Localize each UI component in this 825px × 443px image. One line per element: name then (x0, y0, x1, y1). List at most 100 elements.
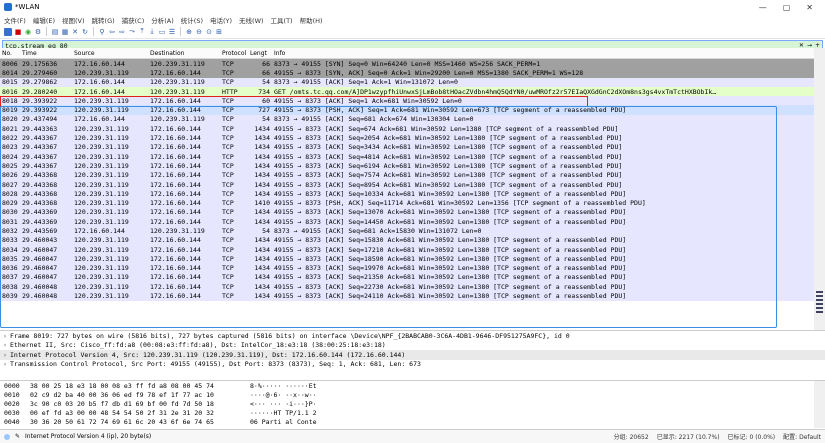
scrollbar-minimap-mark (816, 291, 823, 293)
reload-icon[interactable]: ↻ (81, 28, 89, 36)
packet-cell-len: 54 (262, 78, 270, 87)
packet-bytes-scrollbar[interactable] (814, 381, 825, 428)
menu-go[interactable]: 跳转(G) (92, 15, 115, 25)
packet-cell-proto: TCP (222, 78, 234, 87)
menu-file[interactable]: 文件(F) (4, 15, 26, 25)
menu-wireless[interactable]: 无线(W) (239, 15, 264, 25)
packet-row[interactable]: 8015 29.279862 172.16.60.144 120.239.31.119… (0, 77, 814, 87)
menu-telephony[interactable]: 电话(Y) (210, 15, 232, 25)
colorize-icon[interactable]: ☰ (168, 28, 176, 36)
packet-cell-proto: TCP (222, 59, 234, 68)
status-displayed: 已显示: 2217 (10.7%) (656, 434, 720, 441)
column-header-destination[interactable]: Destination (148, 50, 220, 57)
detail-ipv4[interactable]: › Internet Protocol Version 4, Src: 120.2… (0, 350, 825, 360)
hex-row[interactable]: 0030 00 ef fd a3 00 00 48 54 54 50 2f 31 … (0, 409, 825, 418)
highlight-annotation-blue (0, 106, 777, 328)
minimize-button[interactable]: — (759, 3, 767, 12)
menu-view[interactable]: 视图(V) (62, 15, 85, 25)
packet-cell-src: 172.16.60.144 (74, 87, 125, 96)
menu-edit[interactable]: 编辑(E) (33, 15, 55, 25)
toolbar-separator (180, 27, 181, 36)
autoscroll-icon[interactable]: ▭ (158, 28, 166, 36)
expand-arrow-icon[interactable]: › (3, 341, 10, 349)
packet-cell-src: 172.16.60.144 (74, 59, 125, 68)
packet-row[interactable]: 8016 29.280240 172.16.60.144 120.239.31.119… (0, 86, 814, 97)
packet-cell-info: 49155 → 8373 [SYN, ACK] Seq=0 Ack=1 Win=… (274, 68, 584, 77)
packet-row[interactable]: 8014 29.279460 120.239.31.119 172.16.60.144… (0, 68, 814, 78)
column-header-source[interactable]: Source (72, 50, 148, 57)
last-packet-icon[interactable]: ⤓ (148, 27, 156, 36)
title-bar: *WLAN — ▢ ✕ (0, 0, 825, 14)
menu-tools[interactable]: 工具(T) (271, 15, 293, 25)
packet-cell-no: 8014 (2, 68, 18, 77)
packet-cell-info: 8373 → 49155 [SYN] Seq=0 Win=64240 Len=0… (274, 59, 541, 68)
goto-icon[interactable]: ⤳ (128, 27, 136, 36)
scrollbar-minimap-mark (816, 311, 823, 313)
detail-frame[interactable]: › Frame 8019: 727 bytes on wire (5816 bit… (0, 331, 825, 341)
restart-capture-icon[interactable]: ◉ (24, 28, 32, 36)
packet-cell-no: 8016 (2, 87, 18, 96)
options-icon[interactable]: ⚙ (34, 28, 42, 36)
toolbar-separator (46, 27, 47, 36)
zoom-in-icon[interactable]: ⊕ (185, 28, 193, 36)
column-header-info[interactable]: Info (272, 50, 814, 57)
save-file-icon[interactable]: ▦ (61, 28, 69, 36)
close-button[interactable]: ✕ (806, 3, 813, 12)
scrollbar-minimap-mark (816, 303, 823, 305)
packet-cell-time: 29.279460 (22, 68, 58, 77)
main-toolbar: ■ ◉ ⚙ ▤ ▦ ✕ ↻ ⚲ ⇦ ⇨ ⤳ ⤒ ⤓ ▭ ☰ ⊕ ⊖ ⊙ ⊞ (0, 25, 825, 39)
detail-ethernet[interactable]: › Ethernet II, Src: Cisco_ff:fd:a8 (00:08… (0, 341, 825, 351)
packet-cell-info: GET /omts.tc.qq.com/A]DP1wzypfhiUnwxSjLm… (274, 87, 717, 96)
menu-analyze[interactable]: 分析(A) (151, 15, 174, 25)
expand-arrow-icon[interactable]: › (3, 360, 10, 368)
resize-columns-icon[interactable]: ⊞ (215, 28, 223, 36)
scrollbar-minimap-mark (816, 307, 823, 309)
expand-arrow-icon[interactable]: › (3, 332, 10, 340)
scrollbar-minimap-mark (816, 295, 823, 297)
hex-row[interactable]: 0000 38 00 25 18 e3 18 00 08 e3 ff fd a8 … (0, 381, 825, 390)
stop-capture-icon[interactable]: ■ (14, 28, 22, 36)
zoom-out-icon[interactable]: ⊖ (195, 28, 203, 36)
window-title: *WLAN (15, 3, 40, 11)
packet-cell-time: 29.175636 (22, 59, 58, 68)
maximize-button[interactable]: ▢ (783, 3, 791, 12)
hex-row[interactable]: 0020 3c 90 c0 03 20 b5 f7 db d1 69 bf 00 … (0, 399, 825, 408)
packet-cell-no: 8015 (2, 78, 18, 87)
column-header-time[interactable]: Time (20, 50, 72, 57)
toolbar-separator (93, 27, 94, 36)
packet-list-header: No. Time Source Destination Protocol Len… (0, 48, 814, 59)
expert-info-icon[interactable] (4, 433, 10, 440)
detail-tcp[interactable]: › Transmission Control Protocol, Src Port… (0, 360, 825, 370)
packet-cell-dst: 120.239.31.119 (150, 59, 205, 68)
column-header-no[interactable]: No. (0, 50, 20, 57)
zoom-reset-icon[interactable]: ⊙ (205, 28, 213, 36)
first-packet-icon[interactable]: ⤒ (138, 27, 146, 36)
packet-cell-len: 66 (262, 68, 270, 77)
packet-cell-len: 66 (262, 59, 270, 68)
close-file-icon[interactable]: ✕ (71, 28, 79, 36)
column-header-protocol[interactable]: Protocol (220, 50, 248, 57)
hex-row[interactable]: 0040 30 36 20 50 61 72 74 69 61 6c 20 43 … (0, 418, 825, 427)
start-capture-icon[interactable] (4, 27, 12, 36)
expand-arrow-icon[interactable]: › (3, 351, 10, 359)
menu-capture[interactable]: 捕获(C) (122, 15, 145, 25)
menu-help[interactable]: 帮助(H) (300, 15, 323, 25)
back-icon[interactable]: ⇦ (108, 28, 116, 36)
menu-statistics[interactable]: 统计(S) (181, 15, 203, 25)
packet-cell-time: 29.280240 (22, 87, 58, 96)
packet-cell-src: 120.239.31.119 (74, 68, 129, 77)
status-profile[interactable]: 配置: Default (783, 432, 821, 441)
packet-bytes: 0000 38 00 25 18 e3 18 00 08 e3 ff fd a8 … (0, 380, 825, 428)
packet-list-scrollbar[interactable] (814, 48, 825, 330)
forward-icon[interactable]: ⇨ (118, 28, 126, 36)
open-file-icon[interactable]: ▤ (51, 28, 59, 36)
hex-row[interactable]: 0010 02 c9 d2 ba 40 00 36 06 ed f9 78 ef … (0, 390, 825, 399)
edit-comment-icon[interactable]: ✎ (15, 433, 20, 440)
wireshark-logo-icon (4, 3, 12, 11)
packet-cell-dst: 120.239.31.119 (150, 78, 205, 87)
find-icon[interactable]: ⚲ (98, 28, 106, 36)
packet-row[interactable]: 8006 29.175636 172.16.60.144 120.239.31.119… (0, 59, 814, 69)
column-header-length[interactable]: Lengt (248, 50, 272, 57)
packet-cell-time: 29.279862 (22, 78, 58, 87)
packet-cell-dst: 172.16.60.144 (150, 68, 201, 77)
